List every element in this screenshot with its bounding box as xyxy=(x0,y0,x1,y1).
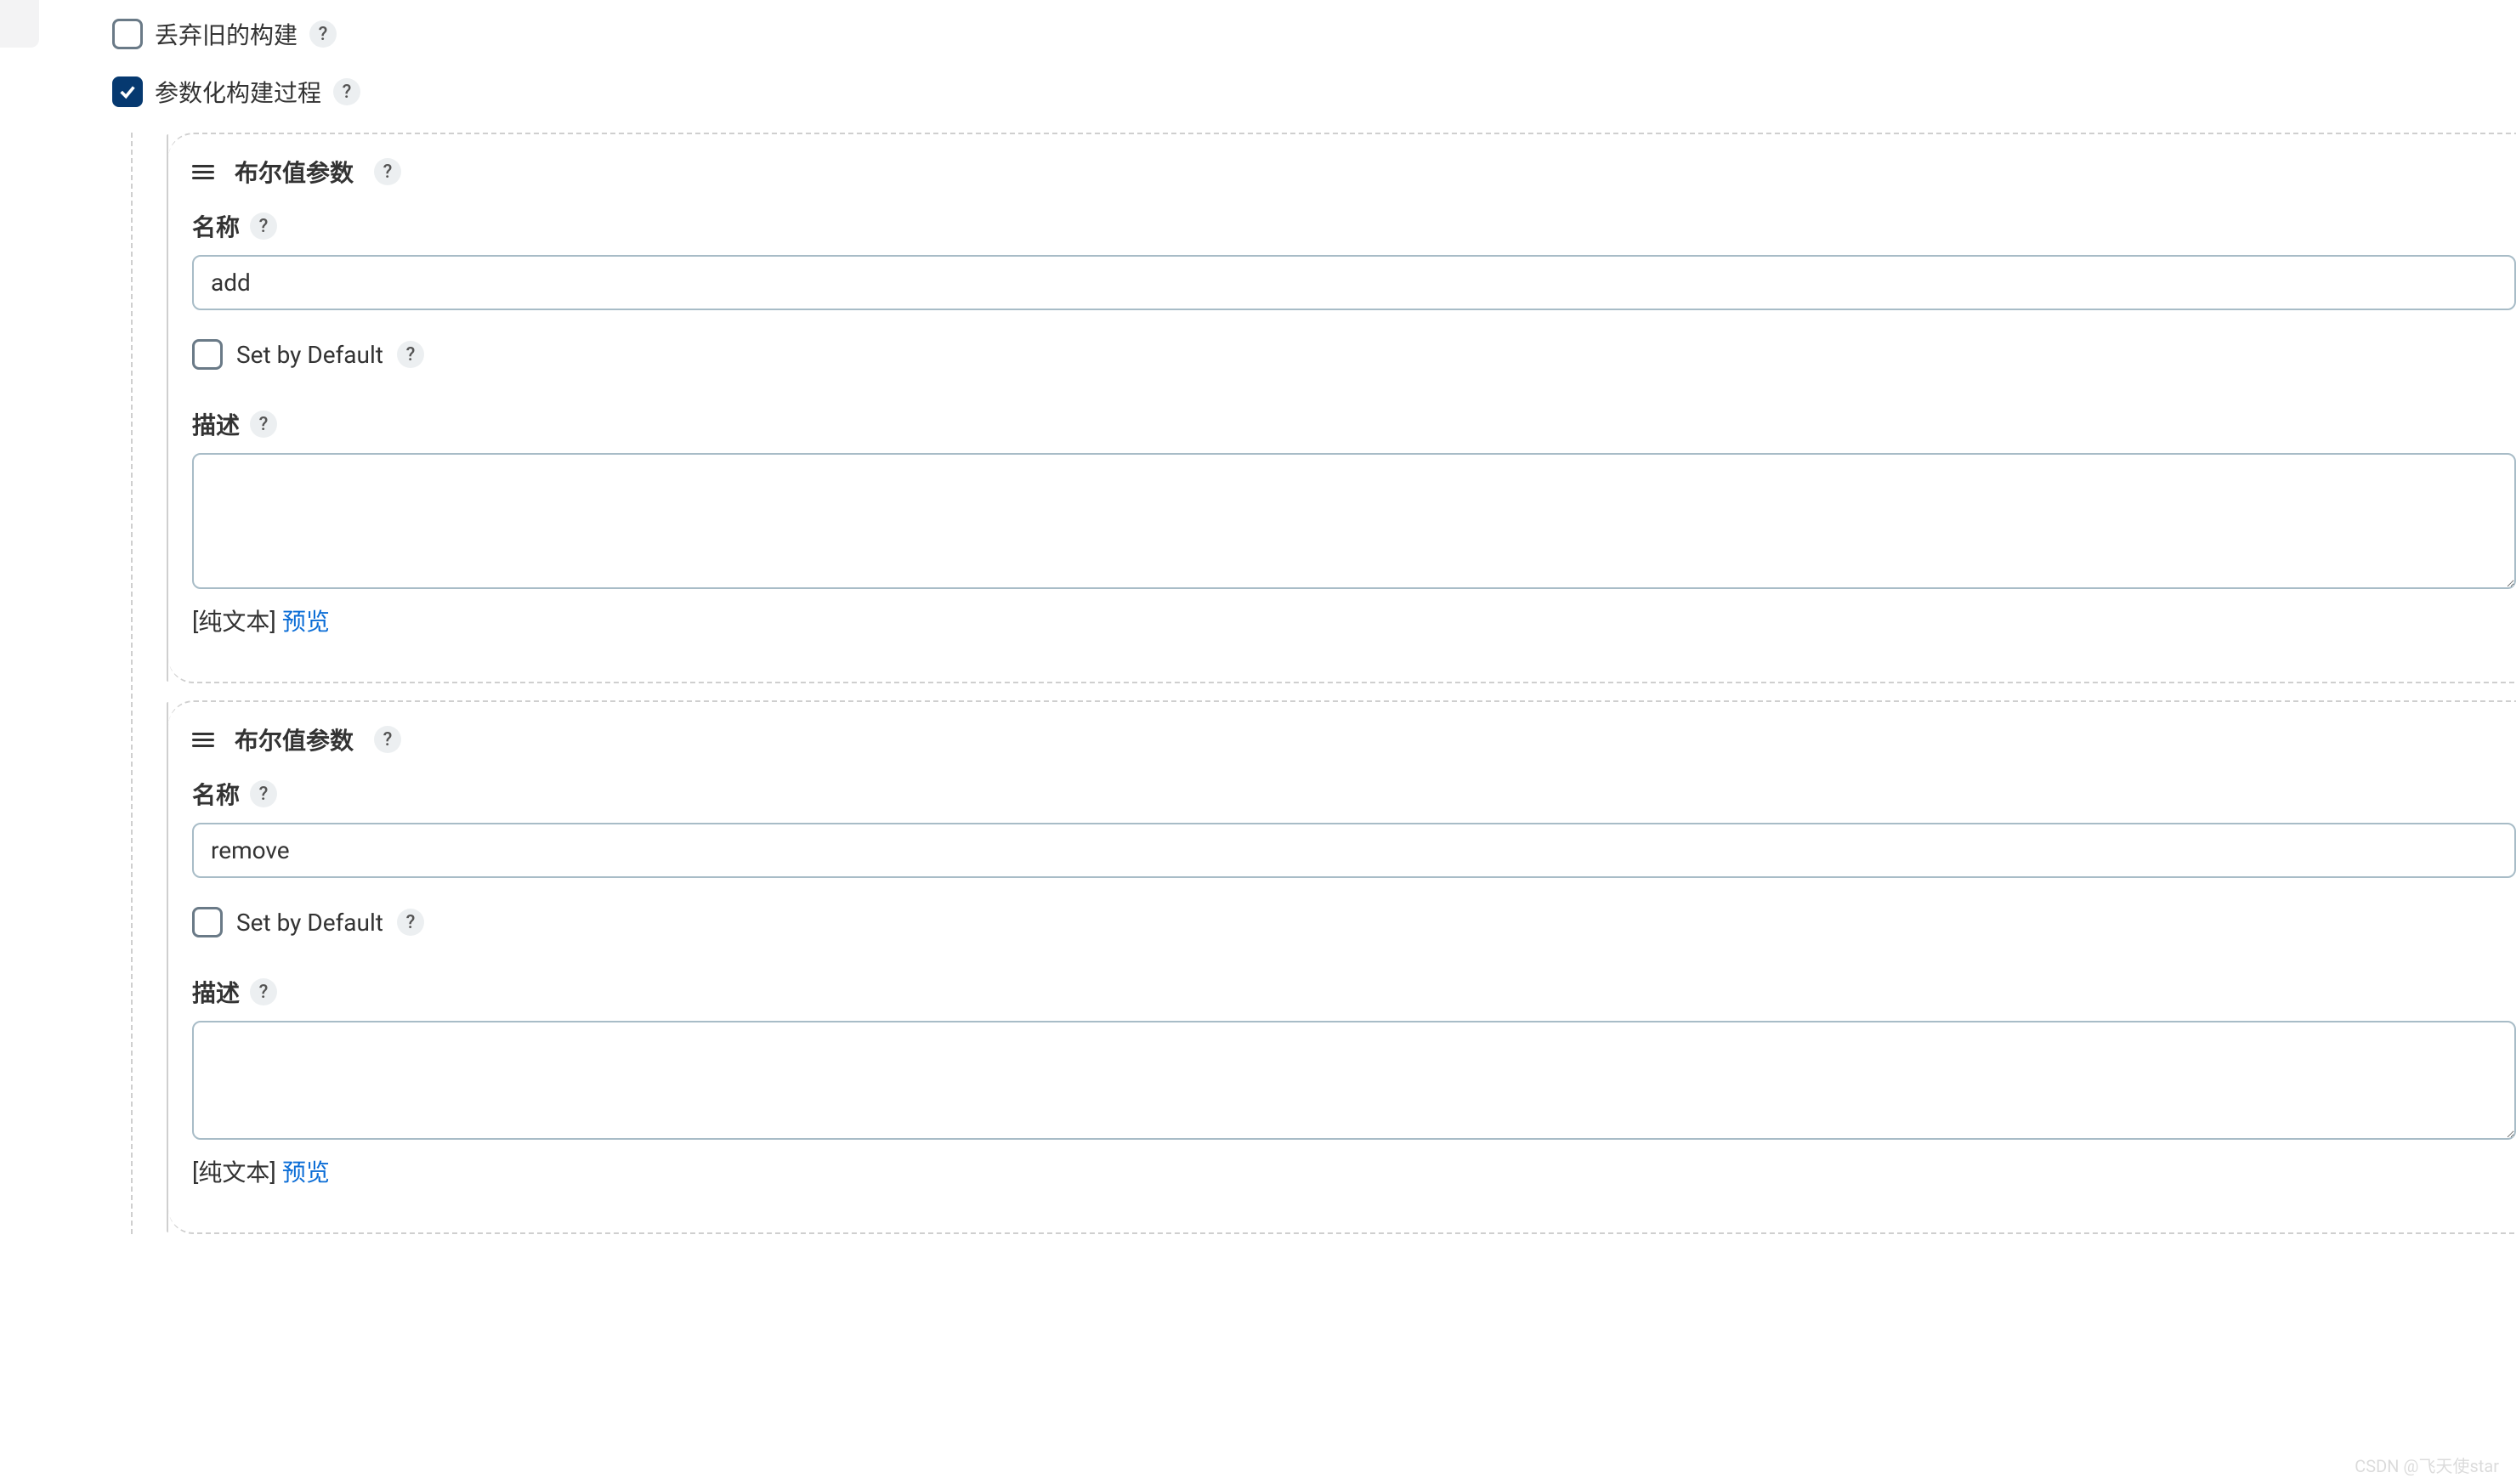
help-icon[interactable]: ? xyxy=(250,411,277,438)
description-label: 描述 xyxy=(192,407,240,441)
name-label: 名称 xyxy=(192,209,240,243)
help-icon[interactable]: ? xyxy=(250,212,277,240)
top-options: 丢弃旧的构建 ? 参数化构建过程 ? xyxy=(112,17,2516,109)
set-by-default-label: Set by Default xyxy=(236,909,383,937)
set-by-default-checkbox[interactable] xyxy=(192,339,223,370)
set-by-default-row: Set by Default ? xyxy=(192,339,2516,370)
drag-handle-icon[interactable] xyxy=(192,733,214,747)
plain-text-label: [纯文本] xyxy=(192,1158,276,1187)
set-by-default-label: Set by Default xyxy=(236,341,383,369)
description-field-group: 描述 ? [纯文本] 预览 xyxy=(192,975,2516,1188)
help-icon[interactable]: ? xyxy=(333,78,360,105)
name-input[interactable] xyxy=(192,255,2516,310)
name-label: 名称 xyxy=(192,777,240,811)
description-textarea[interactable] xyxy=(192,453,2516,589)
plain-text-label: [纯文本] xyxy=(192,608,276,636)
parameter-type-label: 布尔值参数 xyxy=(235,155,354,189)
description-textarea[interactable] xyxy=(192,1021,2516,1140)
set-by-default-row: Set by Default ? xyxy=(192,907,2516,937)
discard-old-builds-label: 丢弃旧的构建 xyxy=(155,17,298,51)
name-field-group: 名称 ? xyxy=(192,777,2516,878)
discard-old-builds-row: 丢弃旧的构建 ? xyxy=(112,17,2516,51)
parameter-type-label: 布尔值参数 xyxy=(235,722,354,756)
drag-handle-icon[interactable] xyxy=(192,165,214,179)
help-icon[interactable]: ? xyxy=(250,780,277,807)
set-by-default-checkbox[interactable] xyxy=(192,907,223,937)
parameterized-build-row: 参数化构建过程 ? xyxy=(112,75,2516,109)
help-icon[interactable]: ? xyxy=(397,909,424,936)
parameterized-build-label: 参数化构建过程 xyxy=(155,75,321,109)
watermark: CSDN @飞天使star xyxy=(2354,1453,2499,1477)
help-icon[interactable]: ? xyxy=(374,726,401,753)
help-icon[interactable]: ? xyxy=(374,158,401,185)
description-label: 描述 xyxy=(192,975,240,1009)
preview-link[interactable]: 预览 xyxy=(282,1158,330,1187)
preview-link[interactable]: 预览 xyxy=(282,608,330,636)
description-field-group: 描述 ? [纯文本] 预览 xyxy=(192,407,2516,637)
help-icon[interactable]: ? xyxy=(309,20,337,48)
help-icon[interactable]: ? xyxy=(250,978,277,1005)
name-input[interactable] xyxy=(192,823,2516,878)
help-icon[interactable]: ? xyxy=(397,341,424,368)
discard-old-builds-checkbox[interactable] xyxy=(112,19,143,49)
name-field-group: 名称 ? xyxy=(192,209,2516,310)
parameter-block: 布尔值参数 ? 名称 ? Set by Default ? 描述 ? xyxy=(168,700,2516,1234)
sidebar-stub xyxy=(0,0,39,48)
parameters-container: 布尔值参数 ? 名称 ? Set by Default ? 描述 ? xyxy=(131,133,2516,1234)
parameterized-build-checkbox[interactable] xyxy=(112,76,143,107)
parameter-block: 布尔值参数 ? 名称 ? Set by Default ? 描述 ? xyxy=(168,133,2516,683)
